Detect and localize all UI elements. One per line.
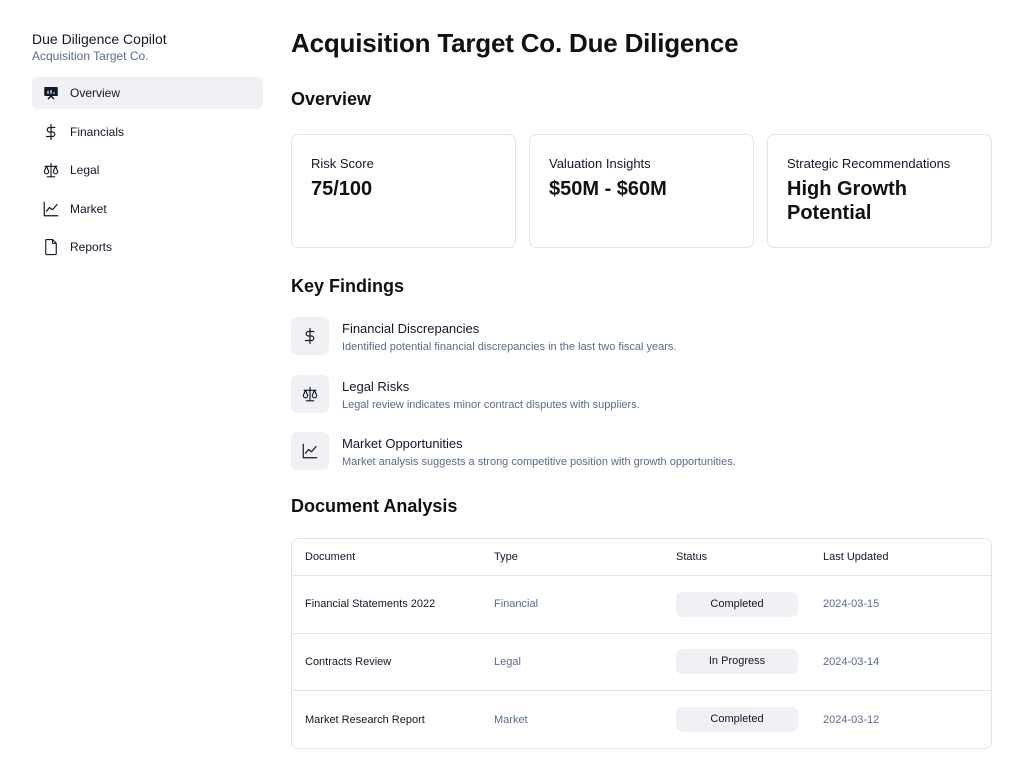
document-analysis-heading: Document Analysis <box>291 496 458 516</box>
dollar-icon <box>42 123 60 141</box>
table-row[interactable]: Contracts Review Legal In Progress 2024-… <box>292 634 991 691</box>
document-type: Financial <box>494 598 539 611</box>
column-header-document[interactable]: Document <box>305 551 355 563</box>
sidebar-item-label: Overview <box>70 86 121 100</box>
app-title: Due Diligence Copilot <box>32 31 167 47</box>
table-header: Document Type Status Last Updated <box>292 539 991 576</box>
card-value: $50M - $60M <box>549 178 667 200</box>
scale-icon <box>42 161 60 179</box>
status-badge: Completed <box>676 707 798 733</box>
document-name: Contracts Review <box>305 655 392 668</box>
document-type: Legal <box>494 655 521 668</box>
card-label: Risk Score <box>311 156 374 171</box>
strategic-card: Strategic Recommendations High Growth Po… <box>767 134 992 248</box>
sidebar-item-overview[interactable]: Overview <box>32 77 263 109</box>
last-updated: 2024-03-15 <box>823 598 880 611</box>
document-name: Financial Statements 2022 <box>305 598 436 611</box>
scale-icon <box>291 374 329 413</box>
card-label: Strategic Recommendations <box>787 156 951 171</box>
key-findings-heading: Key Findings <box>291 276 405 296</box>
table-row[interactable]: Market Research Report Market Completed … <box>292 691 991 748</box>
column-header-type[interactable]: Type <box>494 551 518 563</box>
finding-description: Legal review indicates minor contract di… <box>342 398 640 411</box>
status-badge: In Progress <box>676 649 798 675</box>
finding-description: Identified potential financial discrepan… <box>342 341 677 353</box>
finding-description: Market analysis suggests a strong compet… <box>342 456 736 468</box>
overview-cards: Risk Score 75/100 Valuation Insights $50… <box>291 134 992 248</box>
line-chart-icon <box>42 200 60 218</box>
overview-heading: Overview <box>291 89 372 109</box>
finding-title: Legal Risks <box>342 378 410 394</box>
sidebar-item-label: Reports <box>70 240 113 254</box>
sidebar-nav: Overview Financials Legal Market Reports <box>32 77 263 270</box>
presentation-chart-icon <box>42 84 60 102</box>
column-header-status[interactable]: Status <box>676 551 707 563</box>
document-table: Document Type Status Last Updated Financ… <box>291 538 992 749</box>
valuation-card: Valuation Insights $50M - $60M <box>529 134 754 248</box>
last-updated: 2024-03-12 <box>823 713 880 726</box>
sidebar-item-reports[interactable]: Reports <box>32 231 263 263</box>
finding-item: Market Opportunities Market analysis sug… <box>291 432 992 470</box>
table-row[interactable]: Financial Statements 2022 Financial Comp… <box>292 576 991 634</box>
column-header-last-updated[interactable]: Last Updated <box>823 551 888 563</box>
card-label: Valuation Insights <box>549 156 651 171</box>
sidebar-item-legal[interactable]: Legal <box>32 154 263 186</box>
document-type: Market <box>494 713 528 726</box>
sidebar-item-market[interactable]: Market <box>32 193 263 225</box>
key-findings-list: Financial Discrepancies Identified poten… <box>291 317 992 490</box>
dollar-icon <box>291 317 329 355</box>
sidebar-item-label: Market <box>70 201 107 216</box>
last-updated: 2024-03-14 <box>823 655 880 668</box>
document-name: Market Research Report <box>305 713 425 726</box>
risk-score-card: Risk Score 75/100 <box>291 134 516 248</box>
status-badge: Completed <box>676 591 798 617</box>
document-icon <box>42 238 60 256</box>
sidebar-item-label: Legal <box>70 163 100 177</box>
page-title: Acquisition Target Co. Due Diligence <box>291 28 739 58</box>
card-value: 75/100 <box>311 178 373 200</box>
sidebar-item-financials[interactable]: Financials <box>32 116 263 148</box>
app-subtitle: Acquisition Target Co. <box>32 49 149 63</box>
line-chart-icon <box>291 432 329 470</box>
card-value: High Growth Potential <box>787 178 907 224</box>
finding-title: Financial Discrepancies <box>342 321 480 336</box>
sidebar-item-label: Financials <box>70 124 125 139</box>
finding-item: Financial Discrepancies Identified poten… <box>291 317 992 355</box>
finding-title: Market Opportunities <box>342 436 463 451</box>
finding-item: Legal Risks Legal review indicates minor… <box>291 374 992 413</box>
